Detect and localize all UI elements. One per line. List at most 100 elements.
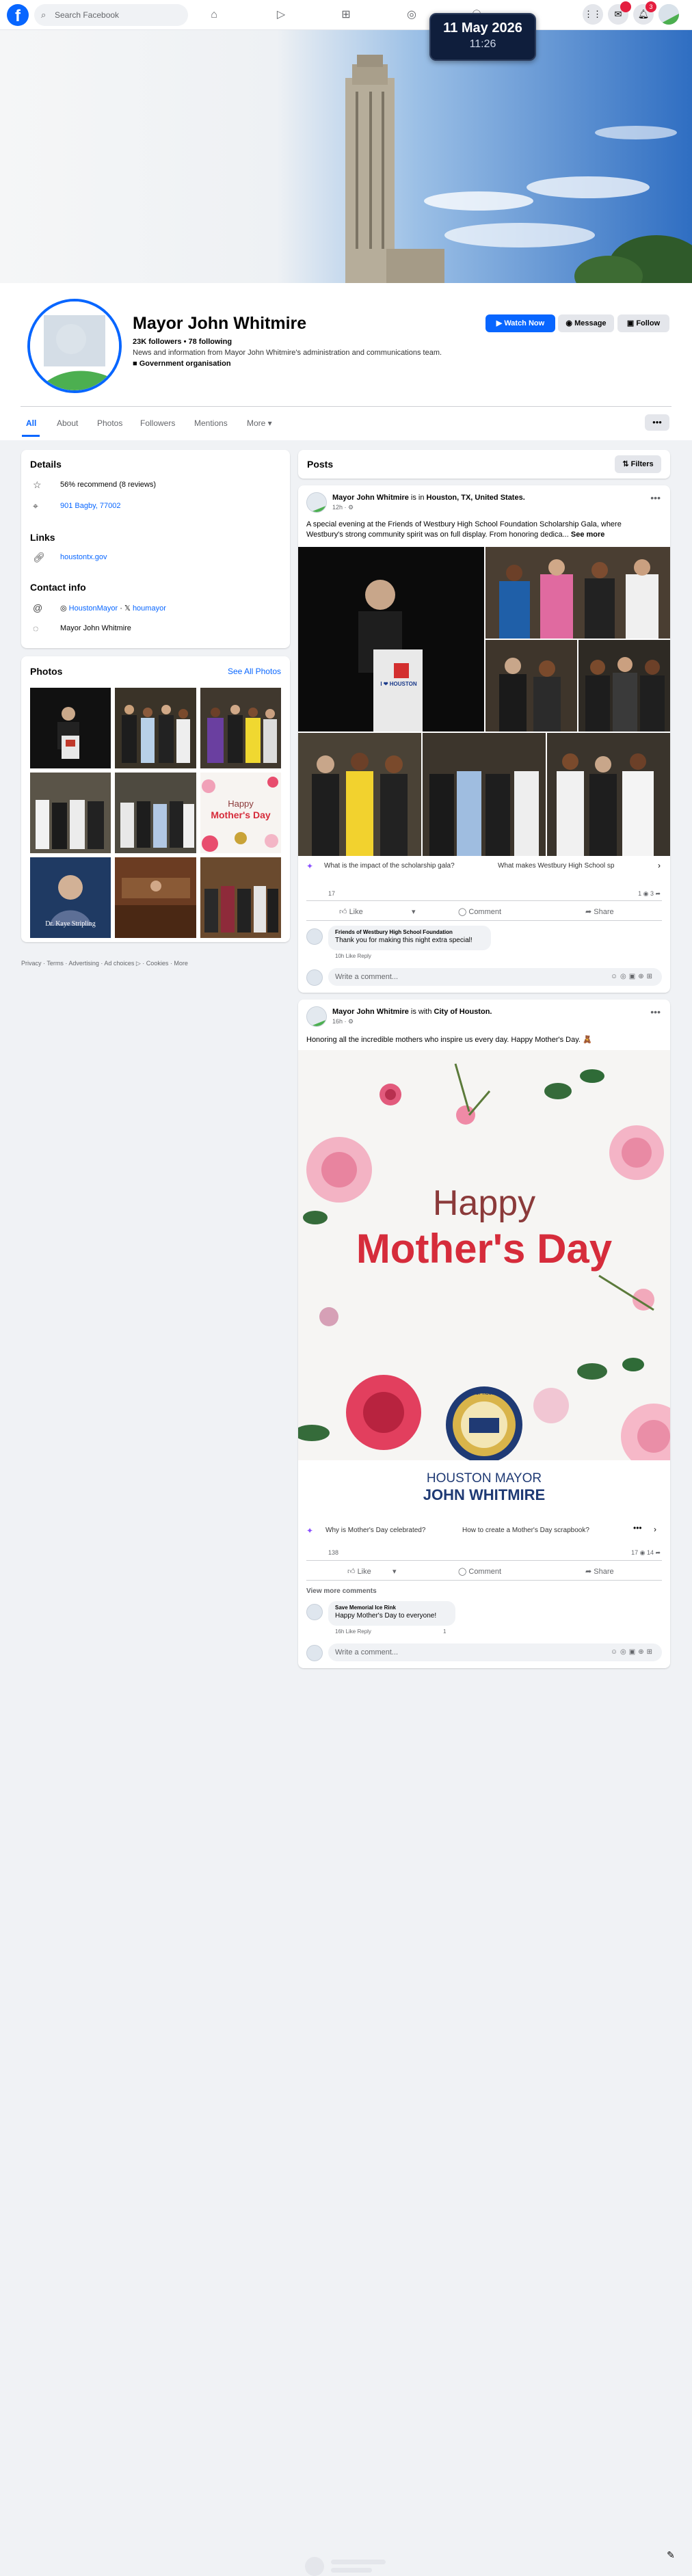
post2-image[interactable]: Happy Mother's Day CITY OF HOUSTON — [298, 1050, 670, 1468]
home-icon[interactable]: ⌂ — [205, 6, 223, 24]
search-input[interactable]: ⌕ Search Facebook — [34, 4, 188, 26]
messenger-icon[interactable]: ✉ — [608, 1, 631, 25]
new-message-edit-icon[interactable]: ✎ — [663, 2547, 678, 2562]
address-link[interactable]: 901 Bagby, 77002 — [60, 502, 120, 510]
threads-icon: 𝕏 — [124, 604, 131, 613]
photo-tile-9[interactable] — [200, 857, 281, 938]
post1-comment-button[interactable]: ◯ Comment — [458, 907, 501, 916]
photo-tile-3[interactable] — [200, 688, 281, 768]
post2-comment-button[interactable]: ◯ Comment — [458, 1567, 501, 1576]
profile-more-button[interactable]: ••• — [645, 414, 669, 431]
post2-ai-next-icon[interactable]: › — [654, 1525, 656, 1534]
post1-ai-prompt-1[interactable]: What is the impact of the scholarship ga… — [324, 859, 455, 874]
post2-comment-author[interactable]: Save Memorial Ice Rink — [335, 1605, 449, 1611]
post1-author-avatar[interactable] — [306, 492, 327, 513]
photo-tile-1[interactable] — [30, 688, 111, 768]
post1-comment-input[interactable]: Write a comment... ☺◎▣⊕⊞ — [328, 968, 662, 986]
post1-reaction-picker-icon[interactable]: ▾ — [412, 907, 416, 916]
post1-comment-author[interactable]: Friends of Westbury High School Foundati… — [335, 929, 484, 935]
loading-placeholder-line-2 — [331, 2568, 372, 2573]
post2-author-avatar[interactable] — [306, 1006, 327, 1027]
photo-tile-7[interactable]: Dr. Kaye Stripling — [30, 857, 111, 938]
post2-comment-reaction-count[interactable]: 1 — [443, 1628, 446, 1635]
active-tab-indicator — [22, 435, 40, 437]
follow-button[interactable]: ▣ Follow — [617, 314, 669, 332]
cover-photo[interactable] — [0, 30, 692, 283]
post2-ai-prompt-2[interactable]: How to create a Mother's Day scrapbook? — [462, 1523, 589, 1538]
post1-photo-2[interactable] — [485, 547, 670, 639]
post2-comment-input[interactable]: Write a comment... ☺◎▣⊕⊞ — [328, 1643, 662, 1661]
post1-author-avatar-image — [307, 493, 326, 512]
post1-comment-meta[interactable]: 10h Like Reply — [335, 953, 371, 959]
post2-ai-prompt-1[interactable]: Why is Mother's Day celebrated? — [325, 1523, 425, 1538]
menu-grid-icon[interactable]: ⋮⋮ — [583, 4, 603, 25]
threads-link[interactable]: houmayor — [133, 604, 166, 613]
post2-with[interactable]: City of Houston. — [434, 1008, 492, 1016]
post1-photo-6[interactable] — [423, 733, 546, 856]
tab-mentions[interactable]: Mentions — [194, 418, 228, 428]
facebook-logo[interactable]: f — [7, 4, 29, 26]
post2-divider — [306, 1560, 662, 1561]
tab-about[interactable]: About — [57, 418, 78, 428]
tab-followers[interactable]: Followers — [140, 418, 175, 428]
post1-ai-next-icon[interactable]: › — [658, 861, 661, 870]
post2-share-button[interactable]: ➦ Share — [585, 1567, 614, 1576]
photo-tile-8[interactable] — [115, 857, 196, 938]
post1-photo-main[interactable]: I ❤ HOUSTON — [298, 547, 484, 732]
post2-header: Mayor John Whitmire is with City of Hous… — [332, 1008, 492, 1016]
post2-comment-tools-icons[interactable]: ☺◎▣⊕⊞ — [611, 1643, 655, 1661]
post1-commenter-avatar[interactable] — [306, 928, 323, 945]
post1-photo-4[interactable] — [578, 640, 670, 732]
instagram-link[interactable]: HoustonMayor — [69, 604, 118, 613]
filters-button[interactable]: ⇅ Filters — [615, 455, 661, 473]
post1-yellow-dress-image — [298, 733, 421, 856]
post2-like-button[interactable]: 👍︎ Like — [347, 1567, 371, 1576]
post1-ai-prompt-2[interactable]: What makes Westbury High School sp — [498, 859, 614, 874]
post1-comment-tools-icons[interactable]: ☺◎▣⊕⊞ — [611, 968, 655, 986]
photo-tile-6[interactable]: Happy Mother's Day — [200, 773, 281, 853]
watch-now-button[interactable]: ▶ Watch Now — [485, 314, 555, 332]
post2-view-more-comments[interactable]: View more comments — [306, 1587, 377, 1595]
post1-photo-7[interactable] — [547, 733, 670, 856]
post1-comment-share-counts[interactable]: 1 ◉ 3 ➦ — [638, 890, 661, 898]
post1-author[interactable]: Mayor John Whitmire — [332, 494, 409, 502]
tab-all[interactable]: All — [26, 418, 36, 428]
post2-options-icon[interactable]: ••• — [650, 1006, 661, 1017]
post2-timestamp[interactable]: 16h · ⚙ — [332, 1018, 354, 1025]
post2-comment-share-counts[interactable]: 17 ◉ 14 ➦ — [631, 1549, 661, 1557]
tab-more[interactable]: More ▾ — [247, 418, 272, 428]
post2-commenter-avatar[interactable] — [306, 1604, 323, 1620]
video-icon[interactable]: ▷ — [272, 6, 290, 24]
follower-stats[interactable]: 23K followers • 78 following — [133, 338, 232, 346]
messenger-contact[interactable]: Mayor John Whitmire — [60, 624, 131, 632]
follow-icon: ▣ — [626, 319, 637, 327]
message-button[interactable]: ◉ Message — [558, 314, 614, 332]
post2-reaction-count[interactable]: 138 — [328, 1549, 338, 1556]
photo-tile-4[interactable] — [30, 773, 111, 853]
post2-comment-meta[interactable]: 16h Like Reply — [335, 1628, 371, 1635]
account-avatar[interactable] — [658, 4, 679, 25]
post1-reaction-count[interactable]: 17 — [328, 890, 335, 897]
post1-options-icon[interactable]: ••• — [650, 492, 661, 503]
post1-see-more[interactable]: See more — [571, 531, 605, 539]
page-footer-links[interactable]: Privacy · Terms · Advertising · Ad choic… — [21, 960, 188, 967]
website-link[interactable]: houstontx.gov — [60, 553, 107, 561]
photo-tile-5[interactable] — [115, 773, 196, 853]
post2-image-mothers-day-text: Mother's Day — [356, 1226, 613, 1272]
post1-photo-3[interactable] — [485, 640, 577, 732]
see-all-photos-link[interactable]: See All Photos — [228, 667, 281, 676]
marketplace-icon[interactable]: ⊞ — [337, 6, 355, 24]
profile-avatar[interactable] — [27, 299, 122, 393]
post2-reaction-picker-icon[interactable]: ▾ — [392, 1567, 397, 1576]
post1-location[interactable]: Houston, TX, United States. — [427, 494, 525, 502]
post1-photo-5[interactable] — [298, 733, 421, 856]
post1-like-button[interactable]: 👍︎ Like — [339, 907, 363, 916]
notifications-icon[interactable]: 🔔︎ 3 — [633, 1, 656, 25]
post1-share-button[interactable]: ➦ Share — [585, 907, 614, 916]
photo-tile-2[interactable] — [115, 688, 196, 768]
groups-icon[interactable]: ◎ — [403, 6, 421, 24]
post2-author[interactable]: Mayor John Whitmire — [332, 1008, 409, 1016]
post1-timestamp[interactable]: 12h · ⚙ — [332, 504, 354, 511]
tab-photos[interactable]: Photos — [97, 418, 122, 428]
post2-ai-more-icon[interactable]: ••• — [633, 1523, 642, 1533]
